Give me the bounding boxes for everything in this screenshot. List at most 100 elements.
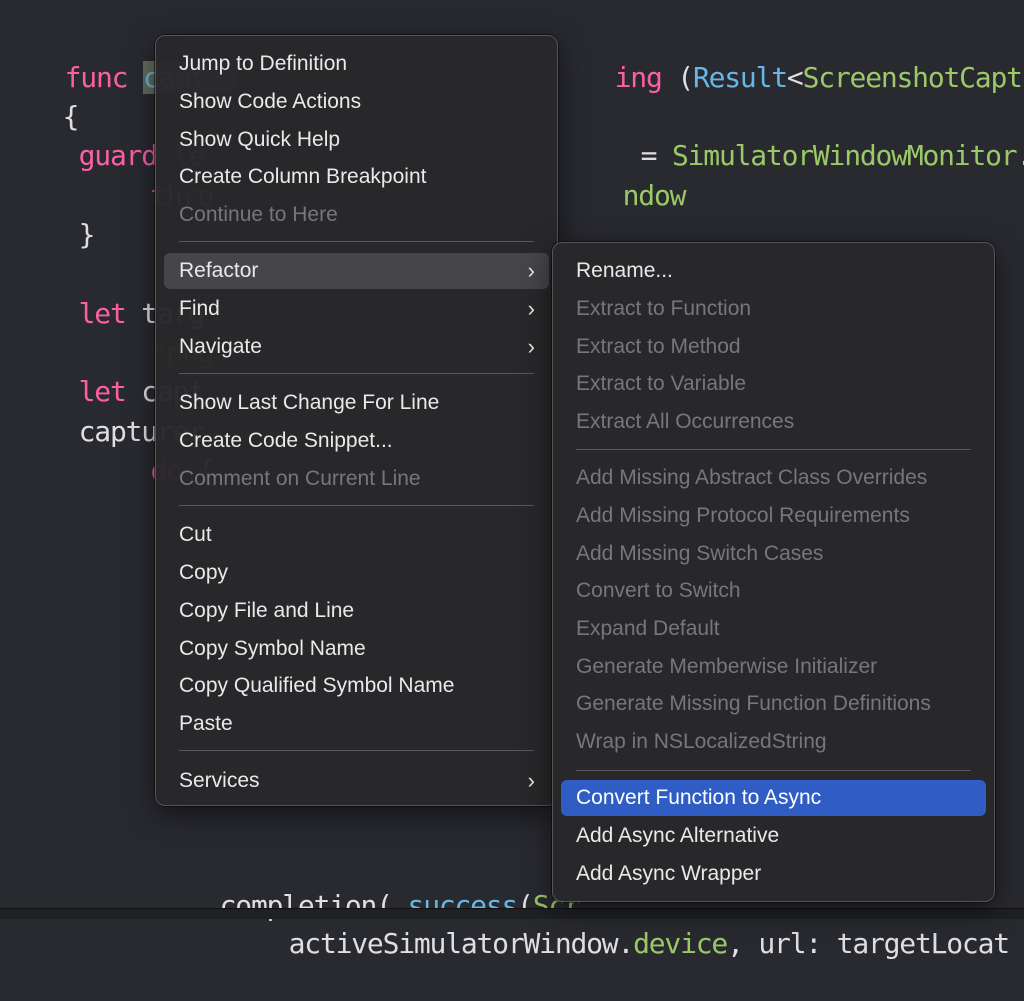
menu-item-label: Show Last Change For Line: [179, 391, 440, 414]
menu-separator: [179, 505, 534, 506]
chevron-right-icon: ›: [527, 258, 535, 283]
menu-item-label: Add Missing Switch Cases: [576, 542, 824, 565]
code-line-right: .f: [998, 296, 1024, 334]
code-line: }: [16, 178, 96, 251]
menu-item-label: Add Missing Abstract Class Overrides: [576, 466, 928, 489]
chevron-right-icon: ›: [527, 768, 535, 793]
menu-item-label: Copy File and Line: [179, 599, 355, 622]
menu-item-label: Cut: [179, 523, 212, 546]
menu-item-copy-qualified-symbol-name[interactable]: Copy Qualified Symbol Name: [164, 668, 549, 704]
menu-item-label: Extract to Variable: [576, 372, 747, 395]
code-token-identifier: activeSimulatorWindow.: [288, 927, 635, 960]
code-token-identifier: , url: targetLocat: [727, 927, 1010, 960]
menu-item-label: Expand Default: [576, 617, 720, 640]
menu-separator: [179, 750, 534, 751]
menu-item-label: Generate Memberwise Initializer: [576, 655, 878, 678]
submenu-item-convert-to-switch: Convert to Switch: [561, 573, 986, 609]
menu-item-services[interactable]: Services ›: [164, 763, 549, 799]
code-line-right: se: [998, 651, 1024, 689]
menu-item-copy-file-and-line[interactable]: Copy File and Line: [164, 593, 549, 629]
menu-item-label: Refactor: [179, 259, 259, 282]
submenu-item-add-async-alternative[interactable]: Add Async Alternative: [561, 818, 986, 854]
code-line-right: ge: [996, 849, 1024, 887]
code-line-right: ndow: [560, 139, 687, 212]
code-token-class: SimulatorWindowMonitor: [671, 139, 1018, 172]
submenu-item-add-async-wrapper[interactable]: Add Async Wrapper: [561, 856, 986, 892]
submenu-item-extract-to-function: Extract to Function: [561, 291, 986, 327]
menu-item-label: Create Column Breakpoint: [179, 165, 427, 188]
submenu-item-wrap-in-nslocalizedstring: Wrap in NSLocalizedString: [561, 724, 986, 760]
code-line-right: ca: [998, 456, 1024, 494]
menu-item-create-column-breakpoint[interactable]: Create Column Breakpoint: [164, 159, 549, 195]
menu-item-label: Jump to Definition: [179, 52, 348, 75]
code-token-brace: }: [78, 218, 96, 251]
menu-item-create-code-snippet[interactable]: Create Code Snippet...: [164, 423, 549, 459]
chevron-right-icon: ›: [527, 334, 535, 359]
menu-item-jump-to-definition[interactable]: Jump to Definition: [164, 46, 549, 82]
menu-separator: [576, 770, 971, 771]
menu-item-label: Add Missing Protocol Requirements: [576, 504, 910, 527]
menu-item-label: Convert to Switch: [576, 579, 741, 602]
code-line-right: la: [998, 612, 1024, 650]
submenu-item-extract-to-variable: Extract to Variable: [561, 366, 986, 402]
menu-item-label: Copy Qualified Symbol Name: [179, 674, 455, 697]
menu-item-comment-on-current-line: Comment on Current Line: [164, 461, 549, 497]
submenu-item-add-missing-abstract-overrides: Add Missing Abstract Class Overrides: [561, 460, 986, 496]
menu-item-label: Navigate: [179, 335, 262, 358]
submenu-item-expand-default: Expand Default: [561, 611, 986, 647]
menu-item-label: Comment on Current Line: [179, 467, 421, 490]
menu-item-label: Add Async Wrapper: [576, 862, 762, 885]
editor-bottom-bar: [0, 908, 1024, 919]
menu-item-label: Generate Missing Function Definitions: [576, 692, 931, 715]
code-token-type: ScreenshotCaptur: [802, 61, 1024, 94]
code-line: completion(.success(Scr: [157, 849, 581, 922]
chevron-right-icon: ›: [527, 296, 535, 321]
code-token-property: device: [633, 927, 728, 960]
submenu-item-rename[interactable]: Rename...: [561, 253, 986, 289]
menu-separator: [179, 241, 534, 242]
menu-item-cut[interactable]: Cut: [164, 517, 549, 553]
submenu-item-extract-to-method: Extract to Method: [561, 329, 986, 365]
menu-item-label: Extract to Function: [576, 297, 752, 320]
menu-item-paste[interactable]: Paste: [164, 706, 549, 742]
refactor-submenu: Rename... Extract to Function Extract to…: [552, 242, 995, 902]
menu-item-label: Convert Function to Async: [576, 786, 822, 809]
menu-item-label: Wrap in NSLocalizedString: [576, 730, 827, 753]
menu-item-label: Extract All Occurrences: [576, 410, 795, 433]
menu-item-label: Services: [179, 769, 260, 792]
code-token-punct: <: [786, 61, 804, 94]
code-line: {: [0, 60, 80, 133]
code-token-keyword: ing: [614, 61, 663, 94]
code-line-right: .: [1010, 778, 1024, 816]
submenu-item-generate-memberwise-initializer: Generate Memberwise Initializer: [561, 649, 986, 685]
menu-item-label: Copy Symbol Name: [179, 637, 366, 660]
context-menu: Jump to Definition Show Code Actions Sho…: [155, 35, 558, 806]
menu-item-copy[interactable]: Copy: [164, 555, 549, 591]
menu-item-find[interactable]: Find ›: [164, 291, 549, 327]
menu-item-continue-to-here: Continue to Here: [164, 197, 549, 233]
submenu-item-extract-all-occurrences: Extract All Occurrences: [561, 404, 986, 440]
code-token-member: .s: [1016, 139, 1024, 172]
code-line-right: ing (Result<ScreenshotCaptur: [552, 21, 1024, 94]
menu-item-label: Show Quick Help: [179, 128, 341, 151]
menu-item-show-last-change[interactable]: Show Last Change For Line: [164, 385, 549, 421]
submenu-item-add-missing-switch-cases: Add Missing Switch Cases: [561, 536, 986, 572]
code-line-right: = SimulatorWindowMonitor.s: [578, 99, 1024, 172]
menu-item-refactor[interactable]: Refactor ›: [164, 253, 549, 289]
menu-item-show-code-actions[interactable]: Show Code Actions: [164, 84, 549, 120]
menu-item-copy-symbol-name[interactable]: Copy Symbol Name: [164, 631, 549, 667]
menu-item-label: Add Async Alternative: [576, 824, 780, 847]
code-token-type: Result: [692, 61, 788, 94]
code-token-member: ndow: [622, 179, 687, 212]
submenu-item-generate-missing-function-definitions: Generate Missing Function Definitions: [561, 686, 986, 722]
menu-item-label: Extract to Method: [576, 335, 741, 358]
menu-item-show-quick-help[interactable]: Show Quick Help: [164, 122, 549, 158]
menu-separator: [179, 373, 534, 374]
submenu-item-convert-function-to-async[interactable]: Convert Function to Async: [561, 780, 986, 816]
menu-item-label: Continue to Here: [179, 203, 338, 226]
menu-separator: [576, 449, 971, 450]
menu-item-navigate[interactable]: Navigate ›: [164, 329, 549, 365]
code-line-right: ke: [998, 257, 1024, 295]
submenu-item-add-missing-protocol-requirements: Add Missing Protocol Requirements: [561, 498, 986, 534]
menu-item-label: Find: [179, 297, 220, 320]
